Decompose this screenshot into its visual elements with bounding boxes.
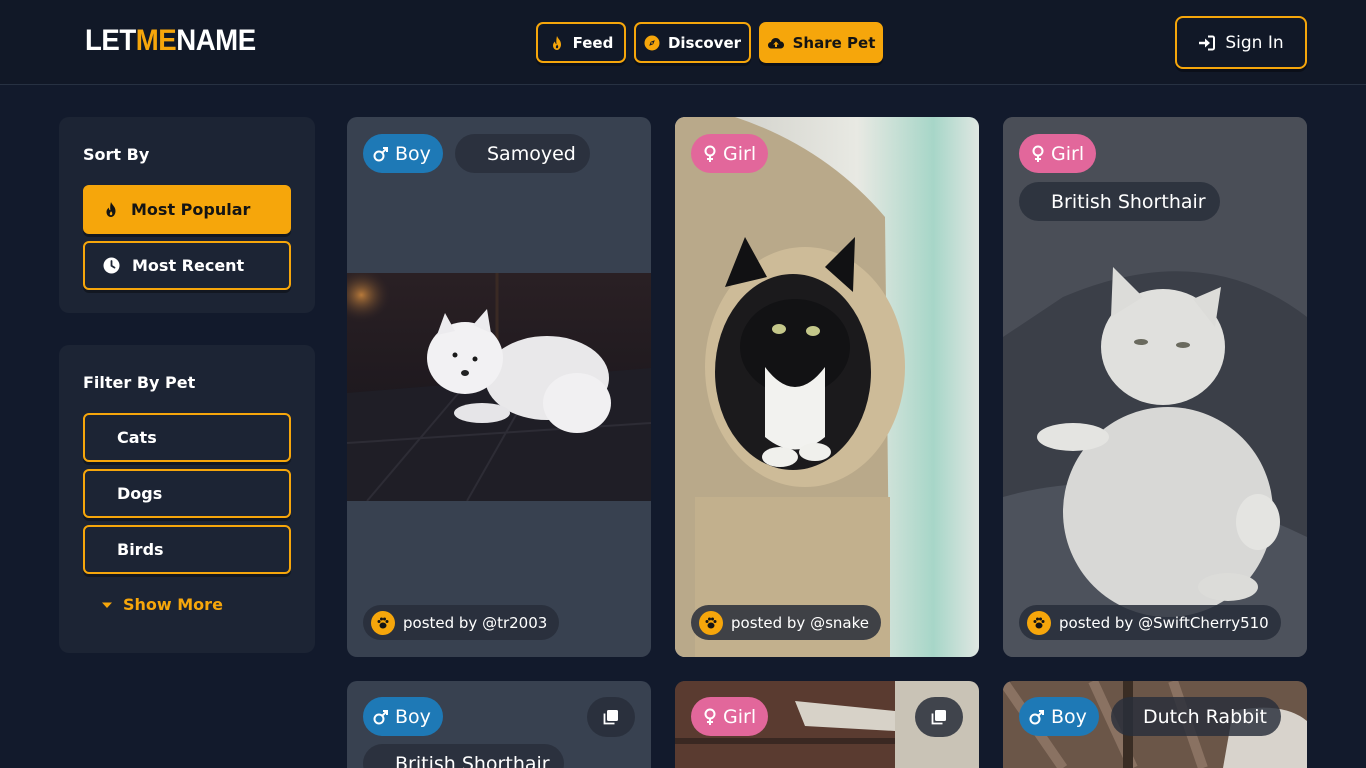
pet-card[interactable]: Boy British Shorthair <box>347 681 651 768</box>
male-icon <box>373 146 388 161</box>
site-logo[interactable]: LETMENAME <box>85 24 256 58</box>
logo-text-name: NAME <box>176 24 256 57</box>
breed-badge: British Shorthair <box>1019 182 1220 221</box>
feed-button[interactable]: Feed <box>536 22 626 63</box>
sort-panel: Sort By Most Popular Most Recent <box>59 117 315 313</box>
filter-cats-label: Cats <box>117 428 157 447</box>
breed-badge: Dutch Rabbit <box>1111 697 1281 736</box>
breed-label: Dutch Rabbit <box>1143 705 1267 728</box>
share-pet-button[interactable]: Share Pet <box>759 22 883 63</box>
gender-label: Girl <box>723 142 757 165</box>
feed-button-label: Feed <box>572 33 614 52</box>
gender-label: Girl <box>723 705 757 728</box>
poster-label: posted by @snake <box>731 613 869 632</box>
sign-in-button[interactable]: Sign In <box>1175 16 1307 69</box>
filter-birds-label: Birds <box>117 540 164 559</box>
sort-panel-title: Sort By <box>83 145 150 164</box>
breed-badge: British Shorthair <box>363 744 564 768</box>
logo-text-me: ME <box>135 24 177 57</box>
sort-most-recent-button[interactable]: Most Recent <box>83 241 291 290</box>
compass-icon <box>644 35 660 50</box>
discover-button-label: Discover <box>667 33 742 52</box>
poster-label: posted by @tr2003 <box>403 613 548 632</box>
paw-icon <box>371 610 395 635</box>
breed-badge: Samoyed <box>455 134 590 173</box>
share-pet-button-label: Share Pet <box>792 33 876 52</box>
breed-label: Samoyed <box>487 142 576 165</box>
cloud-upload-icon <box>767 37 784 48</box>
pet-photo <box>675 117 979 657</box>
gender-label: Boy <box>1051 705 1087 728</box>
paw-icon <box>699 610 723 635</box>
sort-most-popular-button[interactable]: Most Popular <box>83 185 291 234</box>
gender-label: Girl <box>1051 142 1085 165</box>
filter-panel: Filter By Pet Cats Dogs Birds Show More <box>59 345 315 653</box>
gender-badge: Boy <box>363 134 443 173</box>
filter-birds-button[interactable]: Birds <box>83 525 291 574</box>
gender-badge: Girl <box>691 134 769 173</box>
sort-most-popular-label: Most Popular <box>131 200 251 219</box>
fire-icon <box>552 35 561 50</box>
multiple-photos-icon <box>587 697 635 737</box>
gender-badge: Boy <box>1019 697 1099 736</box>
discover-button[interactable]: Discover <box>634 22 751 63</box>
pet-card[interactable]: Girl posted by @snake <box>675 117 979 657</box>
poster-label: posted by @SwiftCherry510 <box>1059 613 1269 632</box>
multiple-photos-icon <box>915 697 963 737</box>
show-more-button[interactable]: Show More <box>101 595 223 614</box>
female-icon <box>704 708 716 725</box>
male-icon <box>373 709 388 724</box>
female-icon <box>704 145 716 162</box>
sign-in-label: Sign In <box>1225 32 1284 53</box>
breed-label: British Shorthair <box>395 752 550 768</box>
male-icon <box>1029 709 1044 724</box>
filter-cats-button[interactable]: Cats <box>83 413 291 462</box>
gender-badge: Girl <box>1019 134 1097 173</box>
sign-in-icon <box>1199 35 1216 50</box>
pet-card[interactable]: Girl <box>675 681 979 768</box>
poster-badge[interactable]: posted by @tr2003 <box>363 605 560 640</box>
breed-label: British Shorthair <box>1051 190 1206 213</box>
gender-badge: Boy <box>363 697 443 736</box>
pet-card[interactable]: Boy Dutch Rabbit <box>1003 681 1307 768</box>
clock-icon <box>103 257 120 274</box>
gender-badge: Girl <box>691 697 769 736</box>
sort-most-recent-label: Most Recent <box>132 256 245 275</box>
poster-badge[interactable]: posted by @SwiftCherry510 <box>1019 605 1281 640</box>
paw-icon <box>1027 610 1051 635</box>
filter-dogs-button[interactable]: Dogs <box>83 469 291 518</box>
logo-text-let: LET <box>85 24 136 57</box>
show-more-label: Show More <box>123 595 223 614</box>
gender-label: Boy <box>395 705 431 728</box>
poster-badge[interactable]: posted by @snake <box>691 605 881 640</box>
female-icon <box>1032 145 1044 162</box>
pet-photo <box>347 273 651 501</box>
top-header: LETMENAME Feed Discover Share Pet Sign I… <box>0 0 1366 85</box>
gender-label: Boy <box>395 142 431 165</box>
pet-card[interactable]: Girl British Shorthair posted by @SwiftC… <box>1003 117 1307 657</box>
pet-card[interactable]: Boy Samoyed posted by @tr2003 <box>347 117 651 657</box>
caret-down-icon <box>102 602 112 608</box>
fire-icon <box>106 202 116 217</box>
filter-panel-title: Filter By Pet <box>83 373 196 392</box>
filter-dogs-label: Dogs <box>117 484 163 503</box>
